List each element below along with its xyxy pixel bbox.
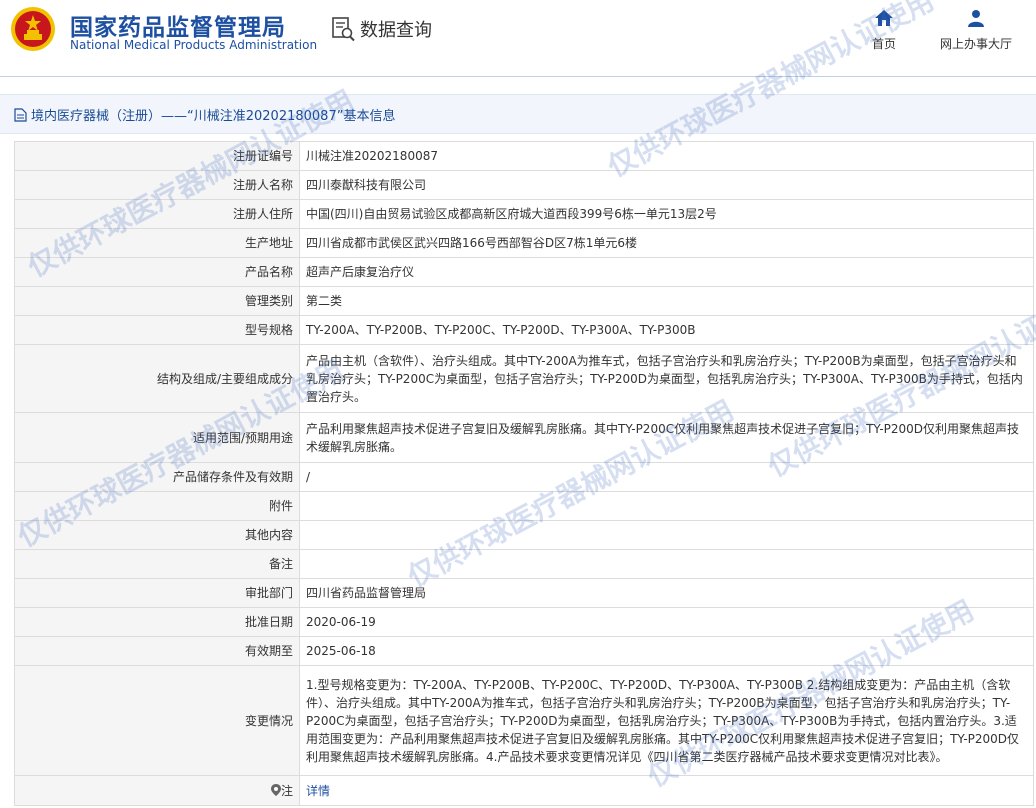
- field-label: 有效期至: [14, 636, 300, 666]
- field-label: 型号规格: [14, 315, 300, 345]
- note-value: 详情: [299, 775, 1034, 806]
- location-pin-icon: [270, 783, 281, 796]
- field-label: 其他内容: [14, 520, 300, 550]
- nav-online-service[interactable]: 网上办事大厅: [940, 8, 1012, 52]
- field-value: 2025-06-18: [299, 636, 1034, 666]
- field-label: 变更情况: [14, 665, 300, 776]
- field-label: 注册证编号: [14, 141, 300, 171]
- field-value: [299, 549, 1034, 579]
- field-value: 2020-06-19: [299, 607, 1034, 637]
- field-label: 注册人住所: [14, 199, 300, 229]
- data-query-link[interactable]: 数据查询: [330, 16, 432, 42]
- field-label: 附件: [14, 491, 300, 521]
- header-divider: [0, 76, 1036, 77]
- home-icon: [875, 10, 893, 26]
- note-label: 注: [14, 775, 300, 806]
- field-value: [299, 520, 1034, 550]
- field-value: /: [299, 462, 1034, 492]
- breadcrumb: 境内医疗器械（注册）——“川械注准20202180087”基本信息: [14, 105, 395, 124]
- field-value: 川械注准20202180087: [299, 141, 1034, 171]
- field-value: 第二类: [299, 286, 1034, 316]
- table-row: 生产地址 四川省成都市武侯区武兴四路166号西部智谷D区7栋1单元6楼: [14, 228, 1034, 258]
- field-value: 四川省药品监督管理局: [299, 578, 1034, 608]
- field-label: 注册人名称: [14, 170, 300, 200]
- table-row: 有效期至 2025-06-18: [14, 636, 1034, 666]
- site-header: 国家药品监督管理局 National Medical Products Admi…: [0, 0, 1036, 76]
- field-value: 四川省成都市武侯区武兴四路166号西部智谷D区7栋1单元6楼: [299, 228, 1034, 258]
- field-value: 1.型号规格变更为：TY-200A、TY-P200B、TY-P200C、TY-P…: [299, 665, 1034, 776]
- table-row: 注 详情: [14, 775, 1034, 806]
- field-label: 批准日期: [14, 607, 300, 637]
- table-row: 产品名称 超声产后康复治疗仪: [14, 257, 1034, 287]
- table-row: 注册人住所 中国(四川)自由贸易试验区成都高新区府城大道西段399号6栋一单元13…: [14, 199, 1034, 229]
- nav-home-label: 首页: [872, 37, 897, 51]
- document-icon: [14, 107, 27, 122]
- field-value: 超声产后康复治疗仪: [299, 257, 1034, 287]
- site-subtitle: National Medical Products Administration: [70, 38, 318, 52]
- field-label: 审批部门: [14, 578, 300, 608]
- field-label: 结构及组成/主要组成成分: [14, 344, 300, 413]
- document-search-icon: [332, 17, 355, 42]
- field-value: TY-200A、TY-P200B、TY-P200C、TY-P200D、TY-P3…: [299, 315, 1034, 345]
- field-value: 产品由主机（含软件）、治疗头组成。其中TY-200A为推车式，包括子宫治疗头和乳…: [299, 344, 1034, 413]
- table-row: 其他内容: [14, 520, 1034, 550]
- field-label: 管理类别: [14, 286, 300, 316]
- data-query-label: 数据查询: [360, 20, 432, 41]
- breadcrumb-text: 境内医疗器械（注册）——“川械注准20202180087”基本信息: [31, 109, 396, 124]
- field-label: 生产地址: [14, 228, 300, 258]
- nav-online-service-label: 网上办事大厅: [940, 37, 1013, 51]
- registration-info-table: 注册证编号 川械注准20202180087 注册人名称 四川泰猷科技有限公司 注册人…: [14, 141, 1034, 806]
- field-value: 四川泰猷科技有限公司: [299, 170, 1034, 200]
- field-value: [299, 491, 1034, 521]
- table-row: 审批部门 四川省药品监督管理局: [14, 578, 1034, 608]
- table-row: 型号规格 TY-200A、TY-P200B、TY-P200C、TY-P200D、T…: [14, 315, 1034, 345]
- site-title: 国家药品监督管理局: [70, 15, 286, 41]
- field-label: 产品名称: [14, 257, 300, 287]
- table-row: 适用范围/预期用途 产品利用聚焦超声技术促进子宫复旧及缓解乳房胀痛。其中TY-P2…: [14, 412, 1034, 463]
- field-label: 备注: [14, 549, 300, 579]
- field-label: 产品储存条件及有效期: [14, 462, 300, 492]
- table-row: 注册人名称 四川泰猷科技有限公司: [14, 170, 1034, 200]
- field-value: 中国(四川)自由贸易试验区成都高新区府城大道西段399号6栋一单元13层2号: [299, 199, 1034, 229]
- table-row: 结构及组成/主要组成成分 产品由主机（含软件）、治疗头组成。其中TY-200A为推…: [14, 344, 1034, 413]
- field-label: 适用范围/预期用途: [14, 412, 300, 463]
- table-row: 备注: [14, 549, 1034, 579]
- table-row: 附件: [14, 491, 1034, 521]
- details-link[interactable]: 详情: [306, 784, 330, 798]
- breadcrumb-bar: 境内医疗器械（注册）——“川械注准20202180087”基本信息: [0, 94, 1036, 134]
- user-icon: [968, 10, 984, 27]
- table-row: 产品储存条件及有效期 /: [14, 462, 1034, 492]
- table-row: 管理类别 第二类: [14, 286, 1034, 316]
- table-row: 批准日期 2020-06-19: [14, 607, 1034, 637]
- national-emblem-icon: [11, 7, 55, 51]
- note-label-text: 注: [280, 783, 293, 798]
- field-value: 产品利用聚焦超声技术促进子宫复旧及缓解乳房胀痛。其中TY-P200C仅利用聚焦超…: [299, 412, 1034, 463]
- nav-home[interactable]: 首页: [872, 8, 896, 52]
- table-row: 变更情况 1.型号规格变更为：TY-200A、TY-P200B、TY-P200C、…: [14, 665, 1034, 776]
- table-row: 注册证编号 川械注准20202180087: [14, 141, 1034, 171]
